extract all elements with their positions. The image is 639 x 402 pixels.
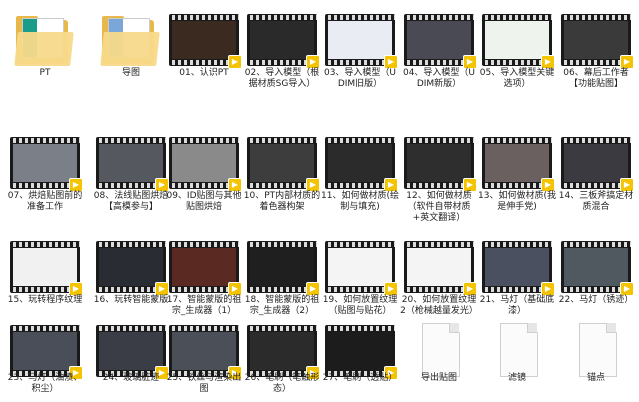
video-thumbnail: ▶	[165, 237, 243, 296]
file-name-label: 09、ID贴图与其他贴图烘焙	[166, 191, 242, 212]
video-thumbnail: ▶	[6, 321, 84, 380]
video-thumbnail: ▶	[165, 321, 243, 380]
file-name-label: 18、智能蒙版的祖宗_生成器（2）	[244, 295, 320, 316]
file-name-label: 02、导入模型（根据材质SG导入）	[244, 68, 320, 89]
document-icon	[478, 321, 556, 379]
play-badge-icon: ▶	[541, 282, 555, 296]
file-name-label: 25、铁丝与渲染出图	[166, 373, 242, 394]
play-badge-icon: ▶	[306, 178, 320, 192]
folder-icon	[6, 10, 84, 68]
video-thumbnail: ▶	[400, 237, 478, 296]
play-badge-icon: ▶	[620, 55, 634, 69]
play-badge-icon: ▶	[306, 282, 320, 296]
file-name-label: 24、玻璃脏迹	[102, 373, 160, 383]
video-thumbnail: ▶	[478, 10, 556, 69]
play-badge-icon: ▶	[69, 282, 83, 296]
folder-icon	[92, 10, 170, 68]
play-badge-icon: ▶	[69, 178, 83, 192]
video-thumbnail: ▶	[243, 321, 321, 380]
play-badge-icon: ▶	[620, 282, 634, 296]
video-thumbnail: ▶	[478, 133, 556, 192]
file-name-label: 锚点	[586, 373, 605, 383]
video-thumbnail: ▶	[400, 133, 478, 192]
play-badge-icon: ▶	[228, 178, 242, 192]
file-name-label: 22、马灯（锈迹）	[558, 295, 634, 305]
video-thumbnail: ▶	[321, 237, 399, 296]
video-thumbnail: ▶	[165, 133, 243, 192]
file-name-label: 11、如何做材质(绘制与填充)	[321, 191, 399, 212]
file-name-label: 10、PT内部材质的着色器构架	[243, 191, 321, 212]
file-grid: PT 导图 ▶ 01、认识PT ▶ 02、导入模型（根据材质SG导入） ▶ 03、导入模型（U…	[0, 0, 639, 402]
video-thumbnail: ▶	[557, 237, 635, 296]
video-thumbnail: ▶	[557, 133, 635, 192]
video-thumbnail: ▶	[6, 237, 84, 296]
video-thumbnail: ▶	[243, 237, 321, 296]
file-name-label: 04、导入模型（UDIM新版）	[402, 68, 476, 89]
file-name-label: 21、马灯（基础底漆）	[479, 295, 555, 316]
file-name-label: 07、烘焙贴图前的准备工作	[7, 191, 83, 212]
file-name-label: 17、智能蒙版的祖宗_生成器（1）	[166, 295, 242, 316]
file-name-label: 06、幕后工作者【功能贴图】	[563, 68, 629, 89]
file-name-label: PT	[39, 68, 51, 78]
file-name-label: 20、如何放置纹理2（枪械越量发光）	[400, 295, 478, 316]
play-badge-icon: ▶	[384, 55, 398, 69]
play-badge-icon: ▶	[384, 282, 398, 296]
video-thumbnail: ▶	[243, 10, 321, 69]
document-icon	[557, 321, 635, 379]
play-badge-icon: ▶	[384, 178, 398, 192]
file-name-label: 01、认识PT	[179, 68, 229, 78]
file-name-label: 26、笔刷（笔触形态）	[244, 373, 320, 394]
file-name-label: 滤镜	[507, 373, 526, 383]
file-name-label: 14、三板斧搞定材质混合	[558, 191, 634, 212]
play-badge-icon: ▶	[228, 55, 242, 69]
file-name-label: 27、笔刷（透贴）	[322, 373, 398, 383]
video-thumbnail: ▶	[243, 133, 321, 192]
play-badge-icon: ▶	[463, 55, 477, 69]
file-name-label: 23、马灯（油渍、积尘）	[7, 373, 83, 394]
play-badge-icon: ▶	[620, 178, 634, 192]
file-name-label: 03、导入模型（UDIM旧版）	[323, 68, 397, 89]
video-thumbnail: ▶	[321, 321, 399, 380]
file-name-label: 导出贴图	[420, 373, 457, 383]
document-icon	[400, 321, 478, 379]
video-thumbnail: ▶	[92, 237, 170, 296]
file-name-label: 导图	[121, 68, 140, 78]
play-badge-icon: ▶	[541, 178, 555, 192]
play-badge-icon: ▶	[228, 282, 242, 296]
play-badge-icon: ▶	[541, 55, 555, 69]
video-thumbnail: ▶	[557, 10, 635, 69]
play-badge-icon: ▶	[306, 55, 320, 69]
video-thumbnail: ▶	[478, 237, 556, 296]
file-name-label: 16、玩转智能蒙版	[93, 295, 169, 305]
file-name-label: 12、如何做材质（软件自带材质+英文翻译）	[406, 191, 472, 223]
file-name-label: 15、玩转程序纹理	[7, 295, 83, 305]
video-thumbnail: ▶	[321, 133, 399, 192]
play-badge-icon: ▶	[463, 282, 477, 296]
file-name-label: 19、如何放置纹理（贴图与贴花）	[322, 295, 398, 316]
file-name-label: 05、导入模型关键选项）	[479, 68, 555, 89]
video-thumbnail: ▶	[92, 321, 170, 380]
video-thumbnail: ▶	[6, 133, 84, 192]
video-thumbnail: ▶	[400, 10, 478, 69]
file-name-label: 08、法线贴图烘焙【高模参与】	[93, 191, 169, 212]
video-thumbnail: ▶	[92, 133, 170, 192]
file-name-label: 13、如何做材质(我是伸手党)	[478, 191, 556, 212]
video-thumbnail: ▶	[165, 10, 243, 69]
video-thumbnail: ▶	[321, 10, 399, 69]
play-badge-icon: ▶	[463, 178, 477, 192]
